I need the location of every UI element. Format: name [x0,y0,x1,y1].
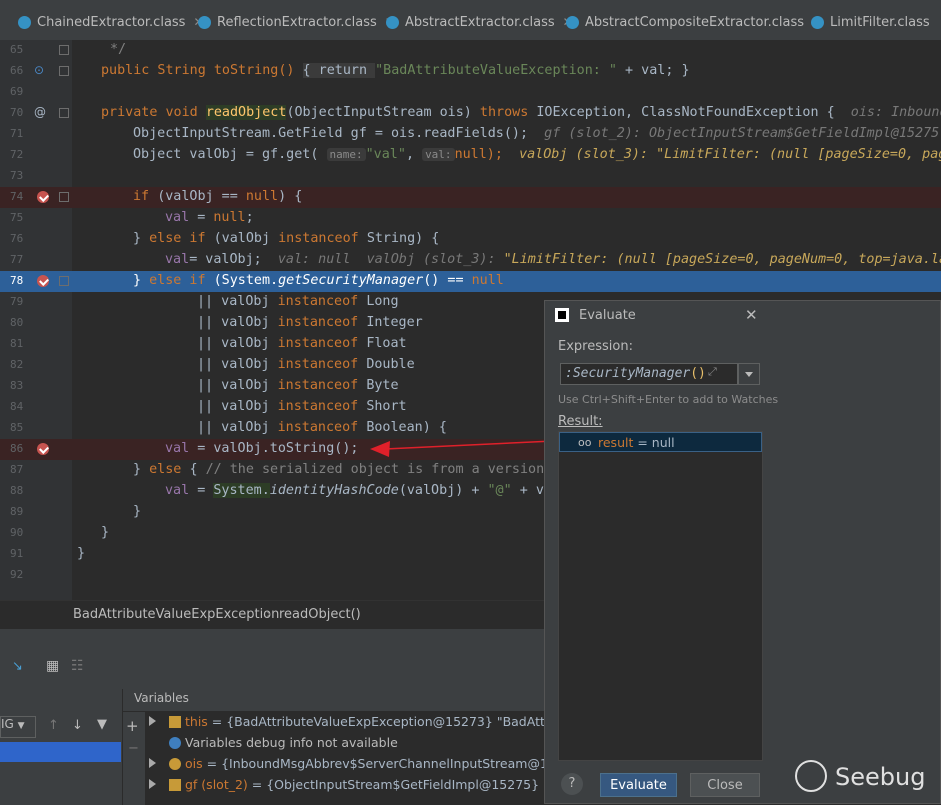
result-tree[interactable]: oo result = null [558,431,763,761]
remove-watch-icon[interactable]: − [128,741,139,756]
breadcrumb-class[interactable]: BadAttributeValueExpException [73,607,279,622]
seebug-logo-icon [795,760,827,792]
frame-item-selected[interactable] [0,742,121,762]
filter-icon[interactable]: ▼ [97,717,107,732]
expand-icon[interactable]: ⤢ [708,365,717,379]
dialog-title: Evaluate [579,308,636,323]
intellij-icon [555,308,569,322]
result-row[interactable]: oo result = null [559,432,762,452]
add-watch-icon[interactable]: + [126,717,139,735]
down-arrow-icon[interactable]: ↓ [72,718,83,733]
parameter-icon [169,758,181,770]
seebug-watermark: Seebug [795,758,935,798]
layout-icon[interactable]: ☷ [71,658,84,674]
result-label: Result: [558,414,603,429]
help-button[interactable]: ? [561,773,583,795]
history-dropdown-button[interactable] [738,363,760,385]
evaluate-dialog: Evaluate ✕ Expression: :SecurityManager(… [544,300,941,804]
expand-icon[interactable] [149,758,156,768]
expression-label: Expression: [558,339,633,354]
field-icon [169,779,181,791]
close-button[interactable]: Close [690,773,760,797]
close-icon[interactable]: ✕ [745,306,758,324]
info-icon [169,737,181,749]
breadcrumb-separator: › [266,607,272,622]
watches-hint: Use Ctrl+Shift+Enter to add to Watches [558,393,779,406]
watch-glasses-icon: oo [578,436,592,449]
frames-panel: IG ▼ ↑ ↓ ▼ [0,689,123,805]
expand-icon[interactable] [149,779,156,789]
table-icon[interactable]: ▦ [46,658,59,674]
field-icon [169,716,181,728]
thread-select[interactable]: IG ▼ [0,716,36,738]
evaluate-button[interactable]: Evaluate [600,773,677,797]
up-arrow-icon[interactable]: ↑ [48,718,59,733]
step-icon[interactable]: ↘ [12,659,23,674]
breadcrumb-method[interactable]: readObject() [279,607,361,622]
expand-icon[interactable] [149,716,156,726]
